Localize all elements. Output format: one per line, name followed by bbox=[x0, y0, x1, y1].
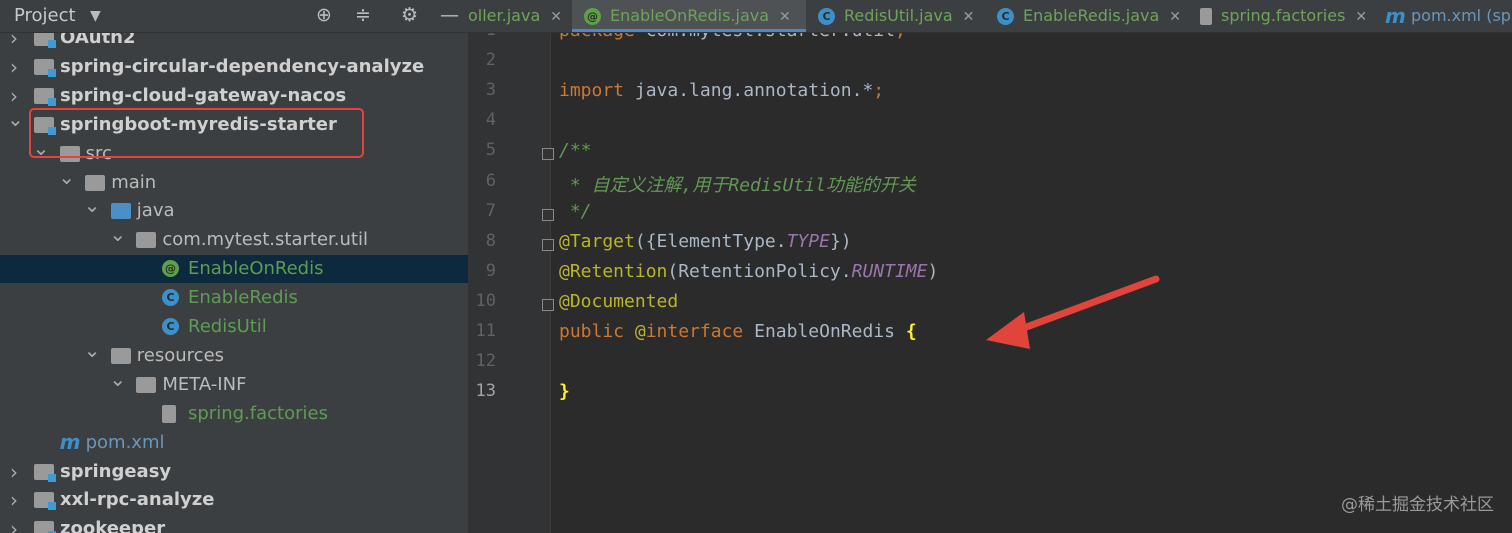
tree-item-label: spring.factories bbox=[188, 402, 328, 424]
gear-icon[interactable]: ⚙ bbox=[401, 4, 418, 26]
chevron-down-icon[interactable]: ⌄ bbox=[7, 105, 24, 133]
tree-item-label: pom.xml bbox=[85, 431, 165, 453]
project-panel: › OAuth2 › spring-circular-dependency-analy… bbox=[0, 0, 468, 533]
tree-item[interactable]: › xxl-rpc-analyze bbox=[0, 486, 468, 514]
chevron-down-icon[interactable]: ⌄ bbox=[109, 220, 126, 248]
tab-label: spring.factories bbox=[1221, 6, 1346, 25]
tab[interactable]: C RedisUtil.java ✕ bbox=[806, 0, 985, 32]
module-folder-icon bbox=[34, 492, 56, 511]
tab-label: RedisUtil.java bbox=[844, 6, 953, 25]
tree-item-label: EnableOnRedis bbox=[188, 258, 324, 280]
fold-marker-icon[interactable] bbox=[542, 238, 554, 251]
project-title[interactable]: Project bbox=[14, 5, 76, 26]
tree-item-label: com.mytest.starter.util bbox=[162, 229, 368, 251]
tree-item[interactable]: ⌄ java bbox=[0, 193, 468, 225]
tree-item[interactable]: ⌄ resources bbox=[0, 338, 468, 370]
fold-marker-icon[interactable] bbox=[542, 148, 554, 161]
hide-icon[interactable]: — bbox=[440, 4, 459, 26]
tab[interactable]: spring.factories ✕ bbox=[1188, 0, 1373, 32]
tab[interactable]: C EnableRedis.java ✕ bbox=[985, 0, 1188, 32]
tree-item[interactable]: › spring-circular-dependency-analyze bbox=[0, 53, 468, 81]
tree-item[interactable]: ⌄ com.mytest.starter.util bbox=[0, 222, 468, 254]
chevron-right-icon[interactable]: › bbox=[7, 53, 21, 81]
tree-item[interactable]: ⌄ main bbox=[0, 165, 468, 197]
tree-item[interactable]: C EnableRedis bbox=[0, 284, 468, 312]
highlight-box bbox=[29, 108, 364, 158]
folder-icon bbox=[85, 174, 106, 191]
fold-marker-icon[interactable] bbox=[542, 298, 554, 311]
chevron-right-icon[interactable]: › bbox=[7, 458, 21, 486]
tab-label: oller.java bbox=[468, 6, 541, 25]
tab-label: EnableOnRedis.java bbox=[610, 6, 770, 25]
tree-item-label: spring-circular-dependency-analyze bbox=[60, 55, 425, 77]
tree-item[interactable]: C RedisUtil bbox=[0, 313, 468, 341]
locate-icon[interactable]: ⊕ bbox=[316, 4, 332, 26]
tab-label: EnableRedis.java bbox=[1023, 6, 1160, 25]
tab[interactable]: @ EnableOnRedis.java ✕ bbox=[572, 0, 806, 32]
collapse-all-icon[interactable]: ≑ bbox=[355, 4, 371, 26]
tab[interactable]: oller.java ✕ bbox=[468, 0, 568, 32]
fold-marker-icon[interactable] bbox=[542, 208, 554, 221]
tree-item[interactable]: › zookeeper bbox=[0, 515, 468, 533]
tree-item[interactable]: @ EnableOnRedis bbox=[0, 255, 468, 284]
class-icon: C bbox=[162, 318, 179, 335]
module-folder-icon bbox=[34, 463, 56, 482]
tree-item-label: META-INF bbox=[162, 373, 247, 395]
maven-icon: m bbox=[1385, 4, 1406, 28]
project-panel-header: Project ▼ ⊕ ≑ ⚙ — bbox=[0, 0, 468, 33]
tab[interactable]: m pom.xml (spr bbox=[1373, 0, 1512, 32]
module-folder-icon bbox=[34, 87, 56, 106]
chevron-right-icon[interactable]: › bbox=[7, 486, 21, 514]
class-icon: C bbox=[997, 8, 1014, 25]
tree-item-label: spring-cloud-gateway-nacos bbox=[60, 84, 347, 106]
close-icon[interactable]: ✕ bbox=[779, 9, 791, 25]
tree-item[interactable]: › spring-cloud-gateway-nacos bbox=[0, 82, 468, 110]
tree-item-label: main bbox=[111, 171, 157, 193]
module-folder-icon bbox=[34, 521, 56, 533]
resources-folder-icon bbox=[110, 347, 131, 364]
chevron-down-icon[interactable]: ⌄ bbox=[109, 365, 126, 393]
watermark: @稀土掘金技术社区 bbox=[1341, 495, 1494, 515]
chevron-down-icon[interactable]: ⌄ bbox=[84, 336, 101, 364]
tree-item[interactable]: m pom.xml bbox=[0, 429, 468, 457]
chevron-right-icon[interactable]: › bbox=[7, 515, 21, 533]
tree-item-label: springeasy bbox=[60, 460, 172, 482]
tree-item[interactable]: ⌄ META-INF bbox=[0, 367, 468, 399]
tree-item[interactable]: spring.factories bbox=[0, 400, 468, 428]
annotation-icon: @ bbox=[584, 8, 601, 25]
close-icon[interactable]: ✕ bbox=[1169, 9, 1181, 25]
class-icon: C bbox=[162, 289, 179, 307]
chevron-down-icon[interactable]: ⌄ bbox=[84, 191, 101, 219]
tree-item[interactable]: › springeasy bbox=[0, 458, 468, 486]
close-icon[interactable]: ✕ bbox=[550, 9, 562, 25]
file-icon bbox=[1200, 8, 1212, 25]
editor-tabs: oller.java ✕ @ EnableOnRedis.java ✕ C RedisUti… bbox=[468, 0, 1512, 33]
file-icon bbox=[162, 404, 176, 423]
class-icon: C bbox=[818, 8, 835, 25]
maven-icon: m bbox=[59, 429, 81, 454]
chevron-down-icon[interactable]: ⌄ bbox=[58, 163, 75, 191]
code-editor[interactable]: 12345678910111213 package com.mytest.sta… bbox=[468, 0, 1512, 533]
module-folder-icon bbox=[34, 58, 56, 77]
tab-label: pom.xml (spr bbox=[1411, 6, 1512, 25]
source-folder-icon bbox=[110, 203, 131, 220]
tree-item-label: EnableRedis bbox=[188, 287, 298, 309]
package-icon bbox=[136, 232, 157, 249]
annotation-icon: @ bbox=[162, 260, 179, 278]
tree-item-label: zookeeper bbox=[60, 518, 166, 533]
folder-icon bbox=[136, 376, 157, 393]
red-arrow bbox=[986, 275, 1160, 349]
tree-item-label: java bbox=[136, 200, 175, 222]
tree-item-label: RedisUtil bbox=[188, 316, 267, 337]
close-icon[interactable]: ✕ bbox=[1355, 9, 1367, 25]
tree-item-label: xxl-rpc-analyze bbox=[60, 489, 215, 511]
tree-item-label: resources bbox=[136, 344, 225, 366]
chevron-down-icon[interactable]: ▼ bbox=[90, 8, 101, 24]
close-icon[interactable]: ✕ bbox=[963, 9, 975, 25]
